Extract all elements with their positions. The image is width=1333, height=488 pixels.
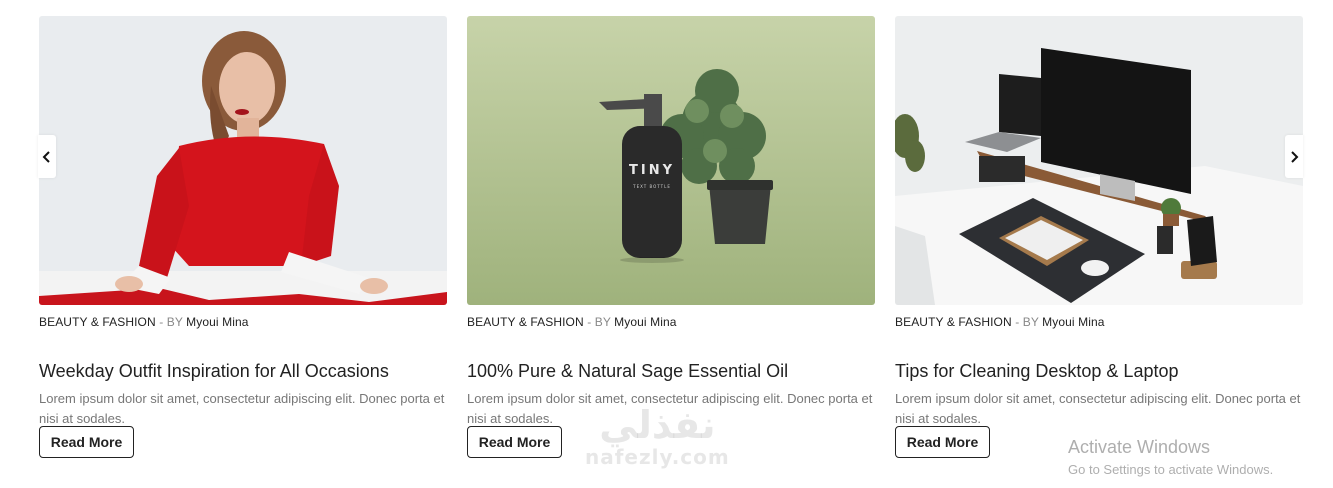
post-category[interactable]: BEAUTY & FASHION [467, 315, 584, 329]
activate-windows-subtitle: Go to Settings to activate Windows. [1068, 462, 1274, 477]
post-author[interactable]: Myoui Mina [614, 315, 676, 329]
post-category[interactable]: BEAUTY & FASHION [39, 315, 156, 329]
post-author[interactable]: Myoui Mina [1042, 315, 1104, 329]
bottle-label: TINY [629, 163, 675, 178]
post-excerpt: Lorem ipsum dolor sit amet, consectetur … [895, 391, 1301, 426]
bottle-sublabel: TEXT BOTTLE [632, 184, 671, 189]
watermark-arabic: نفذلي [599, 403, 716, 447]
post-card: BEAUTY & FASHION - BY Myoui Mina Tips fo… [895, 16, 1303, 429]
desk-setup-photo [895, 16, 1303, 305]
post-title[interactable]: Tips for Cleaning Desktop & Laptop [895, 359, 1303, 383]
meta-by: BY [166, 315, 183, 329]
post-category[interactable]: BEAUTY & FASHION [895, 315, 1012, 329]
chevron-right-icon [1291, 150, 1299, 163]
post-card: TINY TEXT BOTTLE BEAUTY & FASHION - BY M… [467, 16, 875, 429]
activate-windows-title: Activate Windows [1068, 437, 1211, 457]
read-more-button[interactable]: Read More [39, 426, 134, 458]
carousel-prev-button[interactable] [38, 135, 56, 178]
woman-in-red-sweater-photo [39, 16, 447, 305]
post-title[interactable]: Weekday Outfit Inspiration for All Occas… [39, 359, 447, 383]
meta-separator: - [1015, 315, 1020, 329]
post-title[interactable]: 100% Pure & Natural Sage Essential Oil [467, 359, 875, 383]
post-meta: BEAUTY & FASHION - BY Myoui Mina [39, 315, 447, 329]
post-image[interactable] [895, 16, 1303, 305]
chevron-left-icon [42, 150, 50, 163]
meta-by: BY [1022, 315, 1039, 329]
meta-separator: - [587, 315, 592, 329]
post-author[interactable]: Myoui Mina [186, 315, 248, 329]
watermark-latin: nafezly.com [585, 445, 730, 469]
post-image[interactable]: TINY TEXT BOTTLE [467, 16, 875, 305]
meta-separator: - [159, 315, 164, 329]
site-watermark: نفذلي nafezly.com [585, 405, 730, 469]
blog-carousel: BEAUTY & FASHION - BY Myoui Mina Weekday… [0, 0, 1333, 488]
post-meta: BEAUTY & FASHION - BY Myoui Mina [467, 315, 875, 329]
carousel-next-button[interactable] [1285, 135, 1303, 178]
activate-windows-overlay: Activate Windows Go to Settings to activ… [1068, 437, 1273, 477]
post-meta: BEAUTY & FASHION - BY Myoui Mina [895, 315, 1303, 329]
post-image[interactable] [39, 16, 447, 305]
post-card: BEAUTY & FASHION - BY Myoui Mina Weekday… [39, 16, 447, 429]
oil-bottle-and-plant-photo: TINY TEXT BOTTLE [467, 16, 875, 305]
read-more-button[interactable]: Read More [895, 426, 990, 458]
read-more-button[interactable]: Read More [467, 426, 562, 458]
post-excerpt: Lorem ipsum dolor sit amet, consectetur … [39, 391, 445, 426]
meta-by: BY [594, 315, 611, 329]
